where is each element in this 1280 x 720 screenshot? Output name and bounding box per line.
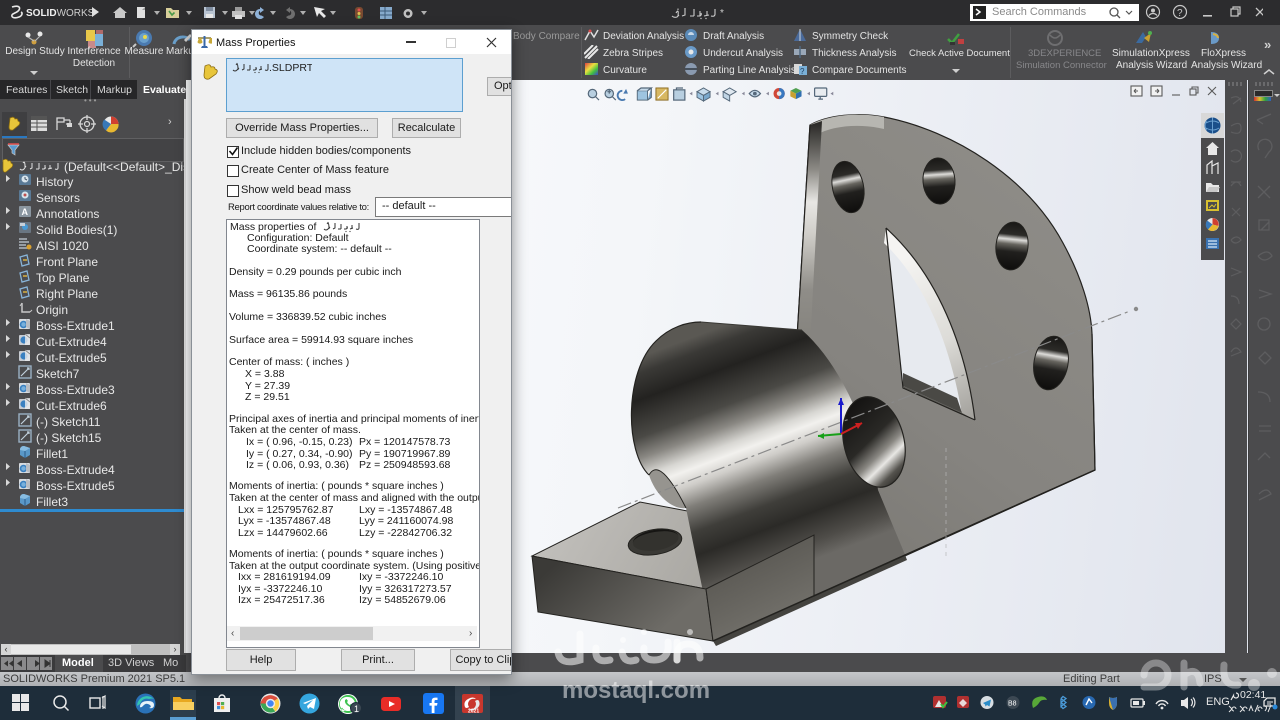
svg-text:Right Plane: Right Plane: [36, 287, 98, 301]
svg-text:(Default<<Default>_Dis: (Default<<Default>_Dis: [64, 160, 184, 174]
svg-text:Fillet1: Fillet1: [36, 447, 68, 461]
svg-text:Boss-Extrude1: Boss-Extrude1: [36, 319, 115, 333]
svg-text:Cut-Extrude5: Cut-Extrude5: [36, 351, 107, 365]
svg-text:Boss-Extrude5: Boss-Extrude5: [36, 479, 115, 493]
svg-text:History: History: [36, 175, 73, 189]
svg-text:(-) Sketch15: (-) Sketch15: [36, 431, 102, 445]
svg-text:Cut-Extrude4: Cut-Extrude4: [36, 335, 107, 349]
svg-text:Boss-Extrude4: Boss-Extrude4: [36, 463, 115, 477]
svg-text:*: *: [720, 8, 724, 19]
svg-text:2021: 2021: [468, 709, 479, 715]
svg-text:Fillet3: Fillet3: [36, 495, 68, 509]
svg-text:?: ?: [800, 67, 805, 76]
svg-text:?: ?: [1177, 8, 1183, 19]
svg-text:Sketch7: Sketch7: [36, 367, 80, 381]
svg-text:SOLIDWORKS: SOLIDWORKS: [26, 8, 95, 19]
svg-text:(-) Sketch11: (-) Sketch11: [36, 415, 101, 429]
svg-text:Top Plane: Top Plane: [36, 271, 90, 285]
svg-text:Front Plane: Front Plane: [36, 255, 98, 269]
svg-text:AISI 1020: AISI 1020: [36, 239, 89, 253]
svg-text:Origin: Origin: [36, 303, 68, 317]
svg-text:.SLDPRT: .SLDPRT: [269, 62, 312, 74]
svg-text:Annotations: Annotations: [36, 207, 99, 221]
svg-text:A: A: [22, 207, 29, 217]
svg-text:1: 1: [354, 704, 359, 714]
svg-text:Boss-Extrude3: Boss-Extrude3: [36, 383, 115, 397]
svg-text:B8: B8: [1008, 701, 1017, 708]
svg-text:Sensors: Sensors: [36, 191, 80, 205]
svg-text:Cut-Extrude6: Cut-Extrude6: [36, 399, 107, 413]
svg-text:mostaql.com: mostaql.com: [562, 677, 710, 704]
svg-text:Solid Bodies(1): Solid Bodies(1): [36, 223, 117, 237]
